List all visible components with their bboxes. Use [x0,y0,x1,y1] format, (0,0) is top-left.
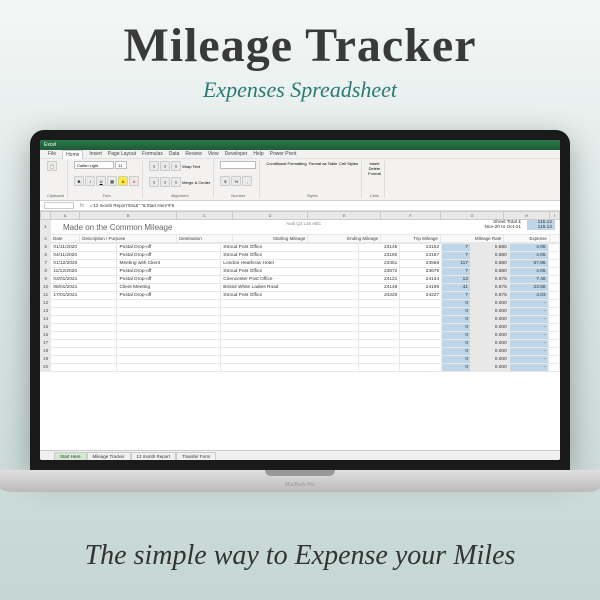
border-icon[interactable]: ▦ [107,176,117,186]
menu-pagelayout[interactable]: Page Layout [108,151,136,157]
table-row[interactable]: 1400.000- [41,316,560,324]
totals-box: Sheet Total £115.12 Nov-20 to Oct-21115.… [484,220,555,230]
align-top-icon[interactable]: ≡ [149,161,159,171]
formula-input[interactable]: ='12 month Report'!M1&" "&'Start Here'!F… [90,203,175,208]
hero: Mileage Tracker Expenses Spreadsheet [0,0,600,111]
format-table-button[interactable]: Format as Table [309,161,338,166]
percent-icon[interactable]: % [231,176,241,186]
cell-styles-button[interactable]: Cell Styles [339,161,358,166]
table-row[interactable]: 1900.000- [41,356,560,364]
sheet-tabs: Start Here Mileage Tracker 12 month Repo… [40,450,560,460]
number-format[interactable] [220,161,256,169]
currency-icon[interactable]: $ [220,176,230,186]
font-select[interactable]: Calibri Light [74,161,114,169]
name-box[interactable] [44,202,74,209]
table-row[interactable]: 1500.000- [41,324,560,332]
laptop-notch [265,470,335,476]
ribbon-alignment: ≡ ≡ ≡ Wrap Text ≡ ≡ ≡ Merge & Center Ali… [146,161,214,198]
table-row[interactable]: 811/12/2020Postal Drop-offStroud Post Of… [41,268,560,276]
table-row[interactable]: 1117/01/2021Postal Drop-offStroud Post O… [41,292,560,300]
table-row[interactable]: 1800.000- [41,348,560,356]
formula-bar: fx ='12 month Report'!M1&" "&'Start Here… [40,201,560,211]
paste-icon[interactable]: 📋 [47,161,57,171]
table-row[interactable]: 1300.000- [41,308,560,316]
table-row[interactable]: 1200.000- [41,300,560,308]
cond-format-button[interactable]: Conditional Formatting [266,161,306,166]
table-row[interactable]: 701/12/2020Meeting with ClientLondon Hea… [41,260,560,268]
menu-view[interactable]: View [208,151,219,157]
wrap-text-button[interactable]: Wrap Text [182,164,200,169]
ribbon-number: $ % , Number [217,161,260,198]
excel-menubar: File Home Insert Page Layout Formulas Da… [40,150,560,159]
page-subtitle: Expenses Spreadsheet [0,77,600,103]
menu-home[interactable]: Home [62,150,83,159]
menu-data[interactable]: Data [169,151,180,157]
format-cell-button[interactable]: Format [368,171,381,176]
data-header-row: 4 DateDescription / PurposeDestination S… [41,235,560,243]
menu-powerpivot[interactable]: Power Pivot [270,151,297,157]
tab-report[interactable]: 12 month Report [131,452,177,460]
menu-developer[interactable]: Developer [225,151,248,157]
col-headers: ABCDEFGHI [41,212,560,220]
tagline: The simple way to Expense your Miles [0,540,600,572]
fontsize-select[interactable]: 11 [115,161,127,169]
laptop-mockup: Excel File Home Insert Page Layout Formu… [30,130,570,492]
align-right-icon[interactable]: ≡ [171,177,181,187]
laptop-base: MacBook Pro [0,470,600,492]
underline-button[interactable]: U [96,176,106,186]
excel-ribbon: 📋 Clipboard Calibri Light 11 B I U ▦ A A [40,159,560,201]
vehicle-label: Audi Q3 L16 ABC [286,221,321,226]
table-row[interactable]: 903/01/2021Postal Drop-offCirencester Po… [41,276,560,284]
align-bot-icon[interactable]: ≡ [171,161,181,171]
menu-help[interactable]: Help [253,151,263,157]
align-left-icon[interactable]: ≡ [149,177,159,187]
table-row[interactable]: 2000.000- [41,364,560,372]
menu-review[interactable]: Review [185,151,201,157]
excel-titlebar: Excel [40,140,560,150]
page-title: Mileage Tracker [0,18,600,73]
laptop-screen: Excel File Home Insert Page Layout Formu… [30,130,570,470]
italic-button[interactable]: I [85,176,95,186]
merge-button[interactable]: Merge & Center [182,180,210,185]
ribbon-clipboard: 📋 Clipboard [44,161,68,198]
align-mid-icon[interactable]: ≡ [160,161,170,171]
tab-start[interactable]: Start Here [54,452,87,460]
fill-icon[interactable]: A [118,176,128,186]
laptop-brand: MacBook Pro [285,482,315,488]
menu-formulas[interactable]: Formulas [142,151,163,157]
tab-mileage[interactable]: Mileage Tracker [87,452,131,460]
worksheet[interactable]: ABCDEFGHI 1 Made on the Common Mileage A… [40,211,560,372]
table-row[interactable]: 501/11/2020Postal Drop-offStroud Post Of… [41,244,560,252]
align-center-icon[interactable]: ≡ [160,177,170,187]
menu-insert[interactable]: Insert [89,151,102,157]
table-row[interactable]: 1700.000- [41,340,560,348]
excel-window: Excel File Home Insert Page Layout Formu… [40,140,560,460]
table-row[interactable]: 1008/01/2021Client MeetingBristol White … [41,284,560,292]
comma-icon[interactable]: , [242,176,252,186]
table-row[interactable]: 604/11/2020Postal Drop-offStroud Post Of… [41,252,560,260]
menu-file[interactable]: File [48,151,56,157]
table-row[interactable]: 1600.000- [41,332,560,340]
ribbon-font: Calibri Light 11 B I U ▦ A A Font [71,161,143,198]
fx-icon[interactable]: fx [80,203,84,209]
tab-transfer[interactable]: Transfer Form [176,452,216,460]
ribbon-styles: Conditional Formatting Format as Table C… [263,161,362,198]
bold-button[interactable]: B [74,176,84,186]
ribbon-cells: Insert Delete Format Cells [365,161,385,198]
fontcolor-icon[interactable]: A [129,176,139,186]
